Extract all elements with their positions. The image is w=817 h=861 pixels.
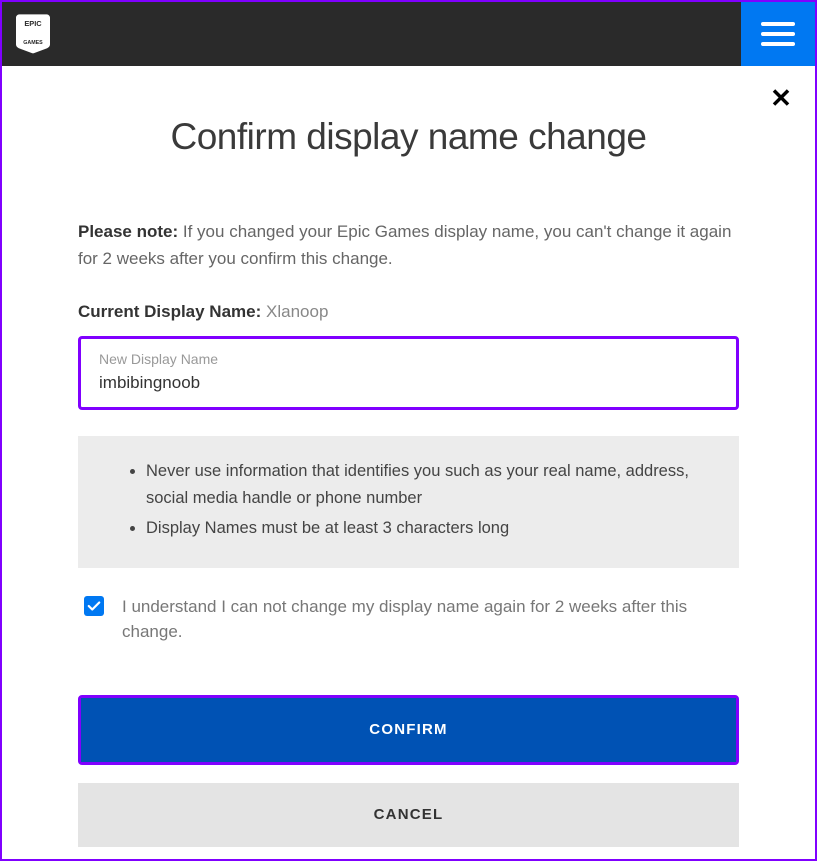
rule-item: Never use information that identifies yo… xyxy=(146,458,711,511)
epic-games-logo[interactable]: EPIC GAMES xyxy=(16,14,50,54)
app-header: EPIC GAMES xyxy=(2,2,815,66)
hamburger-menu-button[interactable] xyxy=(741,2,815,66)
svg-text:EPIC: EPIC xyxy=(24,19,42,28)
rules-box: Never use information that identifies yo… xyxy=(78,436,739,567)
note-text: Please note: If you changed your Epic Ga… xyxy=(78,218,739,272)
confirm-button[interactable]: CONFIRM xyxy=(81,698,736,762)
current-name-value: Xlanoop xyxy=(266,302,328,321)
checkmark-icon xyxy=(87,599,101,613)
modal-title: Confirm display name change xyxy=(78,116,739,158)
agreement-label: I understand I can not change my display… xyxy=(122,594,733,645)
agreement-row: I understand I can not change my display… xyxy=(78,594,739,645)
cancel-button[interactable]: CANCEL xyxy=(78,783,739,847)
current-display-name: Current Display Name: Xlanoop xyxy=(78,302,739,322)
svg-text:GAMES: GAMES xyxy=(23,40,43,46)
modal-content: Confirm display name change Please note:… xyxy=(2,66,815,847)
confirm-button-highlight: CONFIRM xyxy=(78,695,739,765)
new-display-name-input[interactable] xyxy=(99,373,718,393)
input-label: New Display Name xyxy=(99,351,718,367)
current-name-label: Current Display Name: xyxy=(78,302,261,321)
note-label: Please note: xyxy=(78,222,178,241)
agreement-checkbox[interactable] xyxy=(84,596,104,616)
new-display-name-field-wrap: New Display Name xyxy=(78,336,739,410)
hamburger-icon xyxy=(761,22,795,46)
rule-item: Display Names must be at least 3 charact… xyxy=(146,515,711,541)
